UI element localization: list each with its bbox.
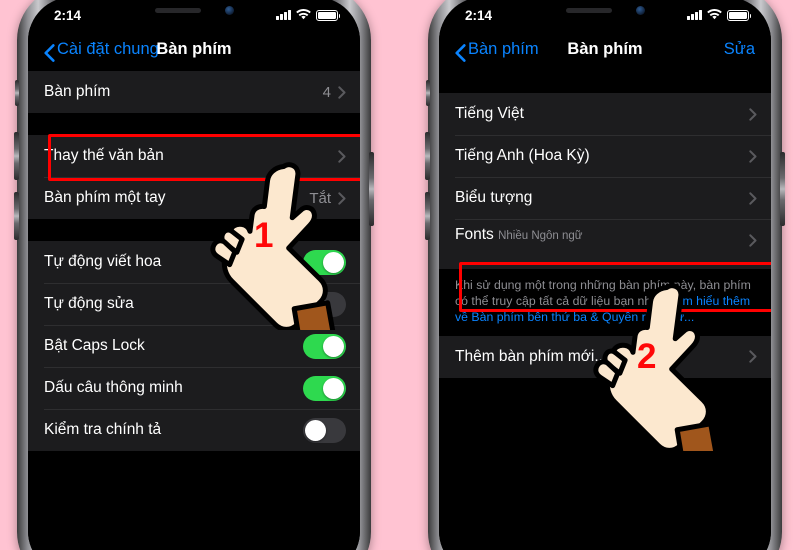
chevron-right-icon [338,85,346,99]
group-active-keyboards: Tiếng Việt Tiếng Anh (Hoa Kỳ) Biểu tượng [439,93,771,269]
chevron-right-icon [749,191,757,205]
row-fonts-text: Fonts Nhiều Ngôn ngữ [455,226,749,244]
volume-down-button[interactable] [14,192,19,240]
chevron-right-icon [749,149,757,163]
back-button-label: Cài đặt chung [57,39,159,58]
front-camera-icon [224,5,234,15]
row-vietnamese[interactable]: Tiếng Việt [439,93,771,135]
row-value: 4 [322,83,331,101]
front-camera-icon [635,5,645,15]
row-sublabel: Nhiều Ngôn ngữ [498,230,583,242]
back-button-general-settings[interactable]: Cài đặt chung [44,39,159,62]
row-label: Tiếng Việt [455,105,524,122]
pointing-hand-step-2: 2 [584,281,734,451]
chevron-right-icon [749,107,757,121]
volume-up-button[interactable] [425,132,430,180]
chevron-left-icon [455,44,466,62]
row-separator [455,177,771,178]
phone-right-screen: 2:14 Bàn phím Bàn phím Sửa Tiếng Việt Ti… [439,0,771,550]
toggle-smart-punctuation[interactable] [303,375,346,401]
group-spacer [439,71,771,93]
row-label: Bàn phím [44,83,111,100]
status-time: 2:14 [54,7,82,23]
phone-right: 2:14 Bàn phím Bàn phím Sửa Tiếng Việt Ti… [425,0,785,550]
chevron-right-icon [749,234,757,247]
earpiece-speaker-icon [154,7,201,13]
row-keyboards[interactable]: Bàn phím 4 [28,71,360,113]
wifi-icon [707,8,722,23]
row-label: Kiểm tra chính tả [44,421,162,438]
row-separator [44,409,360,410]
row-label: Bật Caps Lock [44,337,145,354]
notch [525,0,685,23]
volume-down-button[interactable] [425,192,430,240]
chevron-right-icon [749,350,757,363]
back-button-keyboard[interactable]: Bàn phím [455,39,539,62]
step-number-1: 1 [254,216,274,255]
row-label: Dấu câu thông minh [44,379,183,396]
row-label: Biểu tượng [455,189,533,206]
row-english-us[interactable]: Tiếng Anh (Hoa Kỳ) [439,135,771,177]
row-label: Tiếng Anh (Hoa Kỳ) [455,147,590,164]
row-emoji[interactable]: Biểu tượng [439,177,771,219]
group-spacer [28,113,360,135]
battery-full-icon [727,9,752,21]
nav-bar-left: Cài đặt chung Bàn phím [28,27,360,71]
edit-button[interactable]: Sửa [724,40,755,59]
back-button-label: Bàn phím [468,39,539,58]
pointing-hand-step-1: 1 [201,160,351,330]
battery-full-icon [316,9,341,21]
row-smart-punctuation[interactable]: Dấu câu thông minh [28,367,360,409]
row-separator [455,135,771,136]
nav-bar-right: Bàn phím Bàn phím Sửa [439,27,771,71]
volume-up-button[interactable] [14,132,19,180]
silent-switch-button[interactable] [426,80,430,106]
row-separator [44,367,360,368]
cellular-bars-icon [687,10,702,20]
chevron-left-icon [44,44,55,62]
notch [114,0,274,23]
cellular-bars-icon [276,10,291,20]
step-number-2: 2 [637,337,657,376]
group-keyboards: Bàn phím 4 [28,71,360,113]
row-separator [455,219,771,220]
row-spell-check[interactable]: Kiểm tra chính tả [28,409,360,451]
row-label: Fonts [455,226,494,243]
row-caps-lock[interactable]: Bật Caps Lock [28,325,360,367]
wifi-icon [296,8,311,23]
row-fonts[interactable]: Fonts Nhiều Ngôn ngữ [439,219,771,269]
earpiece-speaker-icon [565,7,612,13]
power-button[interactable] [780,152,785,226]
toggle-caps-lock[interactable] [303,333,346,359]
silent-switch-button[interactable] [15,80,19,106]
status-time: 2:14 [465,7,493,23]
toggle-spell-check[interactable] [303,417,346,443]
power-button[interactable] [369,152,374,226]
